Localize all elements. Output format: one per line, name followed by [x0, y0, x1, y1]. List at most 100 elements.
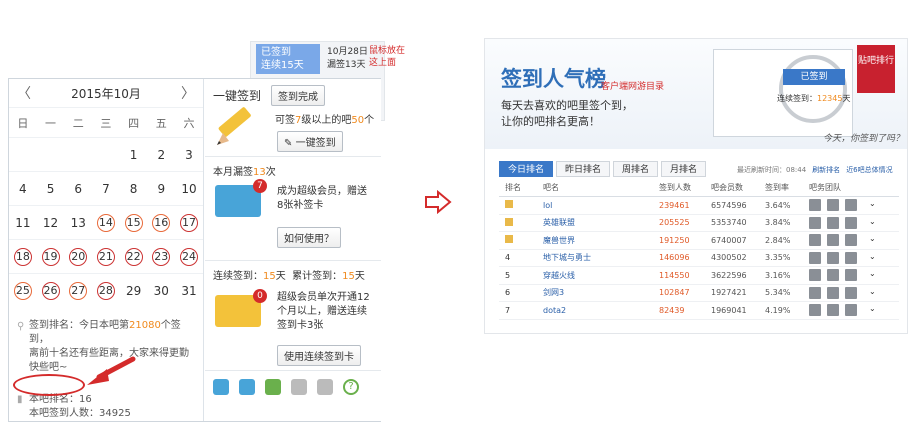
- avatar[interactable]: [845, 199, 857, 212]
- avatar[interactable]: [827, 234, 839, 247]
- refresh-link[interactable]: 刷新排名: [812, 165, 840, 175]
- member-count: 4300502: [711, 253, 747, 263]
- calendar-day[interactable]: 13: [64, 206, 92, 239]
- sign-rate: 5.34%: [765, 288, 791, 298]
- bar-name-link[interactable]: 英雄联盟: [543, 217, 659, 228]
- ranking-tab[interactable]: 昨日排名: [556, 161, 611, 177]
- calendar-day[interactable]: 29: [120, 274, 148, 307]
- calendar-day[interactable]: 21: [92, 240, 120, 273]
- calendar-day[interactable]: 11: [9, 206, 37, 239]
- calendar-day-number: 7: [102, 181, 110, 196]
- calendar-day[interactable]: 8: [120, 172, 148, 205]
- calendar-day[interactable]: 1: [120, 138, 148, 171]
- signed-count: 205525: [659, 218, 690, 228]
- bar-name-link[interactable]: 地下城与勇士: [543, 252, 659, 263]
- avatar[interactable]: [845, 234, 857, 247]
- calendar-day[interactable]: 2: [147, 138, 175, 171]
- calendar-day[interactable]: 14: [92, 206, 120, 239]
- chevron-down-icon[interactable]: ⌄: [869, 234, 876, 246]
- chevron-down-icon[interactable]: ⌄: [869, 269, 876, 281]
- count-unit: 个: [364, 115, 375, 126]
- calendar-day[interactable]: 17: [175, 206, 203, 239]
- avatar[interactable]: [809, 216, 821, 229]
- ranking-subtitle: 客户端网游目录: [601, 82, 665, 92]
- avatar[interactable]: [845, 269, 857, 282]
- avatar[interactable]: [827, 269, 839, 282]
- upload-icon[interactable]: [317, 379, 333, 395]
- avatar[interactable]: [845, 251, 857, 264]
- avatar[interactable]: [809, 269, 821, 282]
- prev-month-icon[interactable]: 〈: [17, 83, 31, 103]
- avatar[interactable]: [827, 251, 839, 264]
- calendar-day[interactable]: 23: [147, 240, 175, 273]
- bar-name-link[interactable]: lol: [543, 201, 659, 210]
- avatar[interactable]: [809, 286, 821, 299]
- bar-chart-icon: ▮: [17, 394, 23, 405]
- magnifier-icon: [779, 55, 847, 123]
- avatar[interactable]: [827, 199, 839, 212]
- onekey-sign-button[interactable]: ✎ 一键签到: [277, 131, 343, 152]
- chevron-down-icon[interactable]: ⌄: [869, 217, 876, 229]
- calendar-day[interactable]: 6: [64, 172, 92, 205]
- bar-name-link[interactable]: dota2: [543, 306, 659, 315]
- how-to-use-button[interactable]: 如何使用？: [277, 227, 341, 248]
- ranking-tab[interactable]: 月排名: [661, 161, 707, 177]
- avatar[interactable]: [845, 216, 857, 229]
- signed-status-box[interactable]: 已签到 连续15天: [256, 44, 320, 74]
- avatar[interactable]: [845, 286, 857, 299]
- chevron-down-icon[interactable]: ⌄: [869, 304, 876, 316]
- bar-name-link[interactable]: 剑网3: [543, 287, 659, 298]
- avatar[interactable]: [827, 216, 839, 229]
- calendar-day[interactable]: 19: [37, 240, 65, 273]
- bar-name-link[interactable]: 穿越火线: [543, 270, 659, 281]
- calendar-header: 〈 2015年10月 〉: [9, 79, 203, 107]
- calendar-day[interactable]: 15: [120, 206, 148, 239]
- calendar-day[interactable]: 10: [175, 172, 203, 205]
- bonus-icon[interactable]: [265, 379, 281, 395]
- calendar-day[interactable]: 20: [64, 240, 92, 273]
- calendar-day[interactable]: 16: [147, 206, 175, 239]
- share-icon[interactable]: [213, 379, 229, 395]
- chevron-down-icon[interactable]: ⌄: [869, 252, 876, 264]
- calendar-day[interactable]: 31: [175, 274, 203, 307]
- calendar-day[interactable]: 28: [92, 274, 120, 307]
- avatar[interactable]: [827, 286, 839, 299]
- avatar[interactable]: [809, 234, 821, 247]
- refresh-icon[interactable]: [239, 379, 255, 395]
- calendar-day[interactable]: 3: [175, 138, 203, 171]
- calendar-day[interactable]: 24: [175, 240, 203, 273]
- avatar[interactable]: [827, 304, 839, 317]
- calendar-empty-cell: [37, 138, 65, 171]
- calendar-day[interactable]: 5: [37, 172, 65, 205]
- calendar-week-row: 1 2 3: [9, 137, 203, 171]
- ranking-tab[interactable]: 周排名: [613, 161, 659, 177]
- avatar[interactable]: [845, 304, 857, 317]
- calendar-day[interactable]: 30: [147, 274, 175, 307]
- calendar-day[interactable]: 18: [9, 240, 37, 273]
- settings-icon[interactable]: [291, 379, 307, 395]
- calendar-day[interactable]: 12: [37, 206, 65, 239]
- calendar-day[interactable]: 4: [9, 172, 37, 205]
- chevron-down-icon[interactable]: ⌄: [869, 199, 876, 211]
- help-icon[interactable]: ?: [343, 379, 359, 395]
- bar-name-link[interactable]: 魔兽世界: [543, 235, 659, 246]
- recent-link[interactable]: 近6吧总体情况: [846, 165, 892, 175]
- bar-count: 50: [351, 115, 365, 126]
- column-header: 排名: [505, 183, 521, 192]
- ranking-tab[interactable]: 今日排名: [499, 161, 554, 177]
- calendar-week-row: 18 19 20 21 22 23 24: [9, 239, 203, 273]
- calendar-day[interactable]: 27: [64, 274, 92, 307]
- use-streak-card-button[interactable]: 使用连续签到卡: [277, 345, 361, 366]
- avatar[interactable]: [809, 199, 821, 212]
- calendar-day[interactable]: 7: [92, 172, 120, 205]
- streak-label: 连续签到：: [213, 271, 263, 282]
- sign-done-button[interactable]: 签到完成: [271, 85, 326, 106]
- calendar-day[interactable]: 26: [37, 274, 65, 307]
- calendar-day[interactable]: 25: [9, 274, 37, 307]
- next-month-icon[interactable]: 〉: [181, 83, 195, 103]
- calendar-day[interactable]: 9: [147, 172, 175, 205]
- avatar[interactable]: [809, 304, 821, 317]
- calendar-day[interactable]: 22: [120, 240, 148, 273]
- avatar[interactable]: [809, 251, 821, 264]
- chevron-down-icon[interactable]: ⌄: [869, 287, 876, 299]
